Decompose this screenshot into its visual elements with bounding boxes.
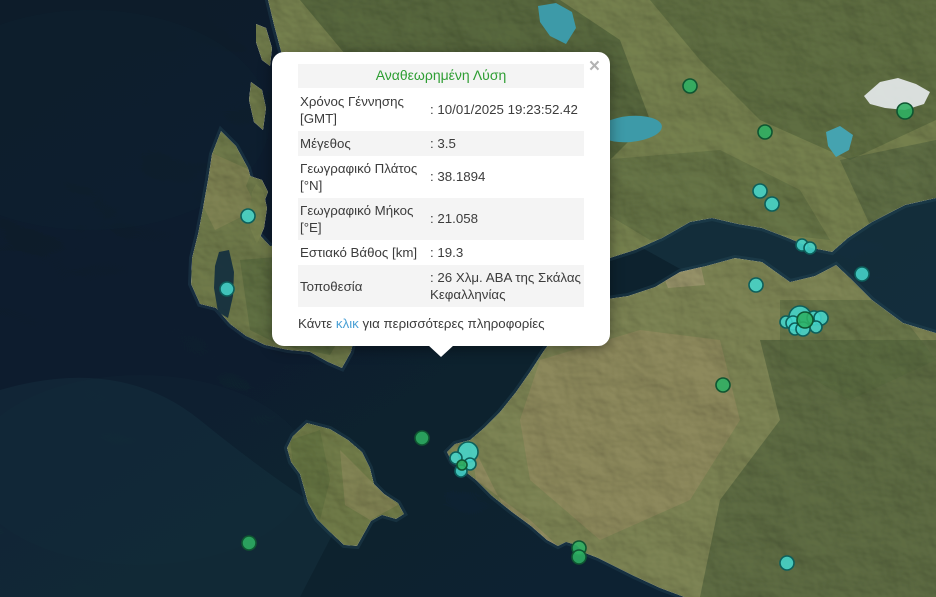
earthquake-popup: × Αναθεωρημένη Λύση Χρόνος Γέννησης [GMT…: [272, 52, 610, 346]
more-info-link[interactable]: κλικ: [336, 316, 359, 331]
popup-row-label: Εστιακό Βάθος [km]: [298, 240, 428, 265]
earthquake-marker[interactable]: [749, 278, 763, 292]
earthquake-marker[interactable]: [753, 184, 767, 198]
satellite-map[interactable]: × Αναθεωρημένη Λύση Χρόνος Γέννησης [GMT…: [0, 0, 936, 597]
earthquake-marker[interactable]: [758, 125, 772, 139]
earthquake-marker[interactable]: [415, 431, 429, 445]
popup-row: Γεωγραφικό Μήκος [°E]: 21.058: [298, 198, 584, 240]
popup-row-value: : 3.5: [428, 131, 584, 156]
earthquake-marker[interactable]: [780, 556, 794, 570]
earthquake-marker[interactable]: [765, 197, 779, 211]
popup-footer: Κάντε κλικ για περισσότερες πληροφορίες: [298, 307, 584, 332]
earthquake-marker[interactable]: [241, 209, 255, 223]
popup-row-value: : 21.058: [428, 198, 584, 240]
popup-row-value: : 19.3: [428, 240, 584, 265]
popup-table-body: Χρόνος Γέννησης [GMT]: 10/01/2025 19:23:…: [298, 89, 584, 307]
earthquake-marker[interactable]: [572, 550, 586, 564]
earthquake-marker[interactable]: [797, 312, 813, 328]
popup-row: Μέγεθος: 3.5: [298, 131, 584, 156]
popup-row-label: Χρόνος Γέννησης [GMT]: [298, 89, 428, 131]
popup-row: Γεωγραφικό Πλάτος [°N]: 38.1894: [298, 156, 584, 198]
footer-text-post: για περισσότερες πληροφορίες: [359, 316, 545, 331]
popup-row-label: Γεωγραφικό Πλάτος [°N]: [298, 156, 428, 198]
popup-table: Χρόνος Γέννησης [GMT]: 10/01/2025 19:23:…: [298, 89, 584, 307]
earthquake-marker[interactable]: [716, 378, 730, 392]
earthquake-marker[interactable]: [897, 103, 913, 119]
popup-title: Αναθεωρημένη Λύση: [298, 64, 584, 88]
popup-row: Εστιακό Βάθος [km]: 19.3: [298, 240, 584, 265]
popup-row-value: : 10/01/2025 19:23:52.42: [428, 89, 584, 131]
popup-row-label: Μέγεθος: [298, 131, 428, 156]
popup-row-label: Γεωγραφικό Μήκος [°E]: [298, 198, 428, 240]
popup-row: Τοποθεσία: 26 Χλμ. ΑΒΑ της Σκάλας Κεφαλλ…: [298, 265, 584, 307]
popup-row-label: Τοποθεσία: [298, 265, 428, 307]
popup-row: Χρόνος Γέννησης [GMT]: 10/01/2025 19:23:…: [298, 89, 584, 131]
footer-text-pre: Κάντε: [298, 316, 336, 331]
earthquake-marker[interactable]: [804, 242, 816, 254]
earthquake-marker[interactable]: [457, 460, 467, 470]
earthquake-marker[interactable]: [683, 79, 697, 93]
popup-row-value: : 26 Χλμ. ΑΒΑ της Σκάλας Κεφαλληνίας: [428, 265, 584, 307]
earthquake-marker[interactable]: [855, 267, 869, 281]
earthquake-marker[interactable]: [220, 282, 234, 296]
popup-tail: [428, 345, 454, 357]
popup-row-value: : 38.1894: [428, 156, 584, 198]
earthquake-marker[interactable]: [242, 536, 256, 550]
close-icon[interactable]: ×: [587, 55, 602, 78]
